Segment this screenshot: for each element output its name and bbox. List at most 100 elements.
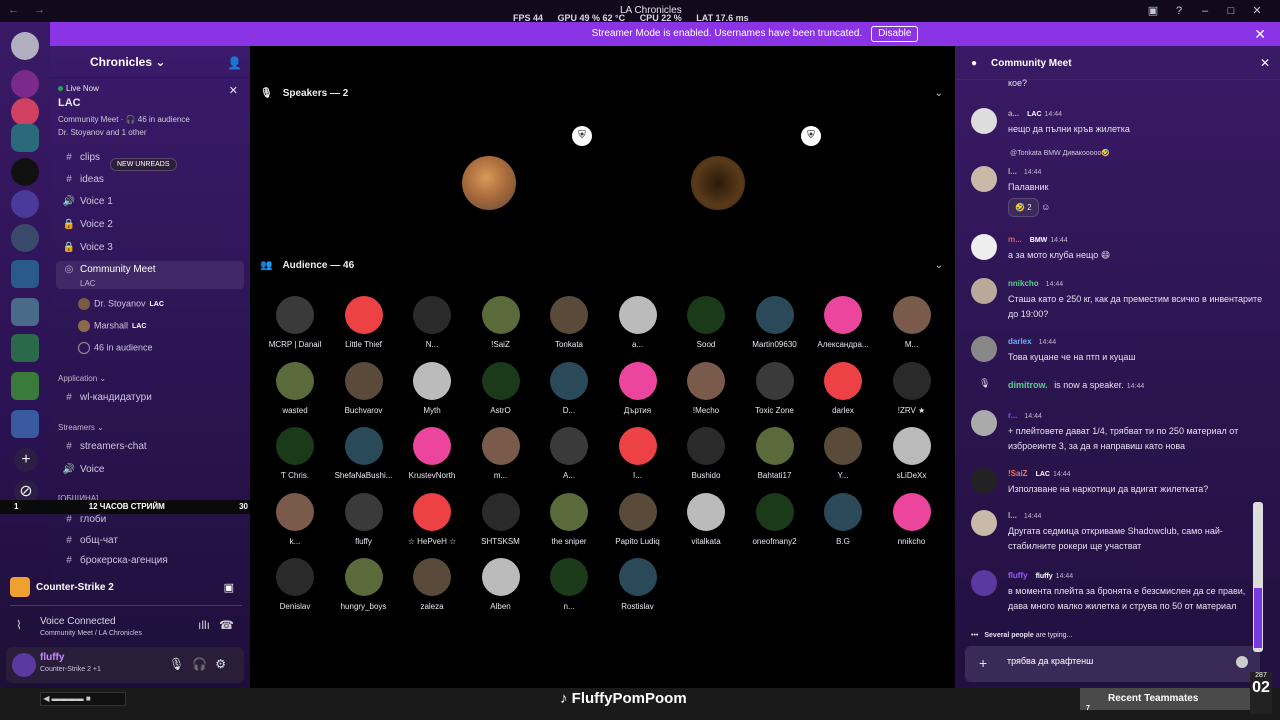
message-input[interactable] bbox=[1007, 656, 1227, 666]
scrollbar-thumb[interactable] bbox=[1254, 588, 1262, 648]
server-folder[interactable] bbox=[11, 334, 39, 362]
audience-member[interactable]: D... bbox=[535, 361, 603, 415]
audience-member[interactable]: KrustevNorth bbox=[398, 427, 466, 480]
audience-member[interactable]: vitalkata bbox=[672, 492, 740, 546]
disconnect-icon[interactable]: ☎ bbox=[219, 618, 234, 632]
audience-member[interactable]: M... bbox=[878, 296, 946, 349]
audience-member[interactable]: Papito Ludiq bbox=[604, 492, 672, 546]
chat-message[interactable]: кое? bbox=[971, 76, 1271, 91]
audience-member[interactable]: Y... bbox=[809, 427, 877, 480]
audience-member[interactable]: Tonkata bbox=[535, 296, 603, 349]
game-activity[interactable]: Counter-Strike 2 ▣ bbox=[10, 577, 242, 599]
add-server-icon[interactable]: + bbox=[14, 448, 38, 472]
channel-streamers-voice[interactable]: 🔊 Voice bbox=[56, 460, 244, 480]
server-folder[interactable] bbox=[11, 260, 39, 288]
server-folder[interactable] bbox=[11, 298, 39, 326]
voice-channel[interactable]: Community Meet / LA Chronicles bbox=[40, 630, 142, 637]
chat-message[interactable]: a... LAC 14:44 нещо да пълни кръв жилетка bbox=[971, 106, 1271, 137]
audience-member[interactable]: I... bbox=[604, 427, 672, 480]
audience-member[interactable]: Little Thief bbox=[330, 296, 398, 349]
live-stage-card[interactable]: Live Now LAC Community Meet · 🎧 46 in au… bbox=[50, 78, 250, 147]
chat-message[interactable]: r... 14:44 + плейтовете дават 1/4, трябва… bbox=[971, 408, 1271, 454]
chat-message[interactable]: darlex 14:44 Това куцане че на птп и куца… bbox=[971, 334, 1271, 365]
audience-member[interactable]: Denislav bbox=[261, 558, 329, 611]
audience-member[interactable]: zaleza bbox=[398, 558, 466, 611]
audience-member[interactable]: Александра... bbox=[809, 296, 877, 349]
audience-member[interactable]: ☆ НеРvеН ☆ bbox=[398, 492, 466, 546]
audience-member[interactable]: m... bbox=[467, 427, 535, 480]
server-icon[interactable] bbox=[11, 32, 39, 60]
minimize-button[interactable]: – bbox=[1192, 5, 1218, 17]
channel-obsht-chat[interactable]: # общ-чат bbox=[56, 531, 244, 551]
audience-member[interactable]: Toxic Zone bbox=[741, 361, 809, 415]
audience-member[interactable]: Alben bbox=[467, 558, 535, 611]
settings-icon[interactable]: ⚙ bbox=[215, 657, 234, 671]
audience-member[interactable]: a... bbox=[604, 296, 672, 349]
server-header[interactable]: Chronicles ⌄ 👤 bbox=[50, 46, 250, 78]
inbox-icon[interactable]: ▣ bbox=[1140, 4, 1166, 17]
audience-member[interactable]: Martin09630 bbox=[741, 296, 809, 349]
audience-member[interactable]: darlex bbox=[809, 361, 877, 415]
server-folder[interactable] bbox=[11, 410, 39, 438]
audience-member[interactable]: Bushido bbox=[672, 427, 740, 480]
audience-member[interactable]: !ZRV ★ bbox=[878, 361, 946, 415]
avatar[interactable] bbox=[12, 653, 36, 677]
audience-member[interactable]: k... bbox=[261, 492, 329, 546]
server-icon[interactable] bbox=[11, 190, 39, 218]
audience-member[interactable]: hungry_boys bbox=[330, 558, 398, 611]
channel-ideas[interactable]: # ideas bbox=[56, 170, 244, 190]
close-banner-icon[interactable]: ✕ bbox=[1254, 22, 1266, 46]
channel-voice-2[interactable]: 🔒 Voice 2 bbox=[56, 215, 244, 235]
audience-member[interactable]: nnikcho bbox=[878, 492, 946, 546]
chevron-down-icon[interactable]: ⌄ bbox=[935, 88, 943, 99]
category-application[interactable]: Application ⌄ bbox=[58, 374, 106, 383]
media-controls[interactable]: ◀ ▬▬▬▬ ■ bbox=[40, 692, 126, 706]
stage-user[interactable]: Marshall LAC bbox=[78, 320, 146, 332]
close-live-icon[interactable]: ✕ bbox=[229, 84, 238, 97]
channel-voice-1[interactable]: 🔊 Voice 1 bbox=[56, 192, 244, 212]
help-icon[interactable]: ? bbox=[1166, 5, 1192, 17]
chat-message[interactable]: fluffy fluffy 14:44 в момента плейта за бр… bbox=[971, 568, 1256, 614]
audience-member[interactable]: Bahtati17 bbox=[741, 427, 809, 480]
channel-brokerska[interactable]: # брокерска-агенция bbox=[56, 554, 244, 568]
audience-member[interactable]: oneofmany2 bbox=[741, 492, 809, 546]
reaction-badge[interactable]: 🤣 2 bbox=[1008, 198, 1039, 217]
audience-member[interactable]: fluffy bbox=[330, 492, 398, 546]
audience-count[interactable]: 46 in audience bbox=[78, 342, 153, 354]
audience-member[interactable]: SHTSKSM bbox=[467, 492, 535, 546]
chat-message[interactable]: I... 14:44 Палавник 🤣 2 ☺ bbox=[971, 164, 1271, 217]
audience-member[interactable]: MCRP | Danail bbox=[261, 296, 329, 349]
speakers-header[interactable]: 🎙 Speakers — 2 bbox=[260, 88, 348, 99]
category-streamers[interactable]: Streamers ⌄ bbox=[58, 423, 104, 432]
server-icon-active[interactable] bbox=[11, 124, 39, 152]
speaker-tile[interactable]: ⛨ bbox=[605, 120, 829, 244]
audience-member[interactable]: N... bbox=[398, 296, 466, 349]
audience-member[interactable]: Myth bbox=[398, 361, 466, 415]
speaker-tile[interactable]: ⛨ bbox=[376, 120, 600, 244]
chat-message[interactable]: nnikcho 14:44 Сташа като е 250 кг, как да… bbox=[971, 276, 1271, 322]
headphones-icon[interactable]: 🎧 bbox=[192, 657, 215, 671]
reply-preview[interactable]: @Tonkata BMW Дивакооооо🤣 bbox=[1010, 149, 1110, 157]
channel-wl[interactable]: # wl-кандидатури bbox=[56, 388, 244, 408]
add-member-icon[interactable]: 👤 bbox=[227, 56, 242, 70]
channel-streamers-chat[interactable]: # streamers-chat bbox=[56, 437, 244, 457]
audience-header[interactable]: 👥 Audience — 46 bbox=[260, 260, 354, 271]
server-icon[interactable] bbox=[11, 70, 39, 98]
channel-community-meet[interactable]: ◎ Community Meet LAC bbox=[56, 261, 244, 289]
maximize-button[interactable]: □ bbox=[1218, 5, 1244, 17]
chat-scrollbar[interactable] bbox=[1253, 502, 1263, 652]
mute-icon[interactable]: 🎙 bbox=[169, 657, 192, 671]
audience-member[interactable]: B.G bbox=[809, 492, 877, 546]
audience-member[interactable]: A... bbox=[535, 427, 603, 480]
chat-message[interactable]: I... 14:44 Другата седмица откриваме Shad… bbox=[971, 508, 1256, 554]
add-reaction-icon[interactable]: ☺ bbox=[1041, 202, 1050, 212]
audience-member[interactable]: wasted bbox=[261, 361, 329, 415]
close-window-button[interactable]: ✕ bbox=[1244, 4, 1270, 17]
server-icon[interactable] bbox=[11, 98, 39, 126]
history-nav[interactable]: ← → bbox=[8, 4, 51, 16]
audience-member[interactable]: ShefaNaBushi... bbox=[330, 427, 398, 480]
recent-teammates[interactable]: Recent Teammates 7 bbox=[1080, 688, 1250, 712]
server-folder[interactable] bbox=[11, 372, 39, 400]
audience-member[interactable]: sLiDeXx bbox=[878, 427, 946, 480]
channel-voice-3[interactable]: 🔒 Voice 3 bbox=[56, 238, 244, 258]
